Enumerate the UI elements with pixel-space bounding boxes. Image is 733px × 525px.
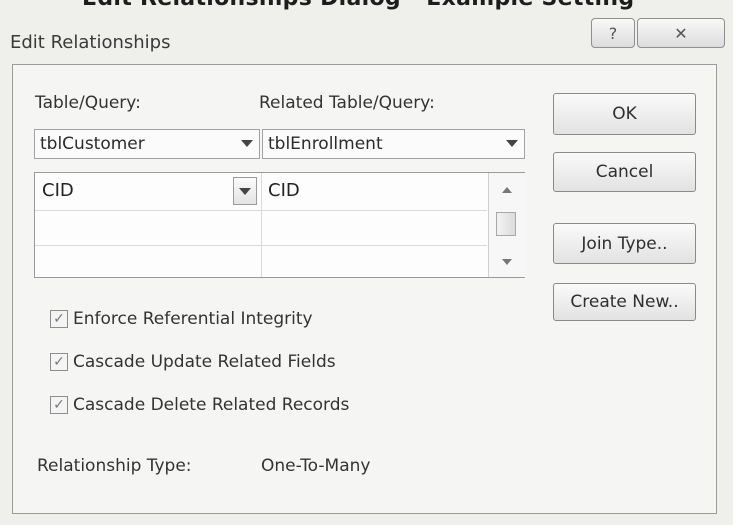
cropped-page-heading: Edit Relationships Dialog - Example Sett… — [82, 0, 634, 11]
chevron-down-icon — [239, 188, 251, 195]
create-new-button[interactable]: Create New.. — [553, 283, 696, 321]
related-table-query-label: Related Table/Query: — [259, 93, 435, 113]
scroll-up-icon[interactable] — [502, 187, 512, 193]
close-button[interactable]: ✕ — [637, 18, 725, 48]
grid-cell-related-field[interactable]: CID — [268, 180, 300, 201]
cascade-delete-label: Cascade Delete Related Records — [73, 395, 350, 415]
scrollbar-thumb[interactable] — [496, 212, 516, 236]
join-type-button[interactable]: Join Type.. — [553, 223, 696, 264]
cancel-button[interactable]: Cancel — [553, 152, 696, 192]
dialog-body: Table/Query: Related Table/Query: tblCus… — [12, 64, 717, 514]
close-icon: ✕ — [674, 23, 688, 43]
related-table-query-select[interactable]: tblEnrollment — [262, 129, 525, 159]
grid-cell-primary-field[interactable]: CID — [42, 180, 74, 201]
grid-column-divider — [261, 173, 262, 277]
field-mapping-grid[interactable]: CID CID — [34, 172, 525, 278]
related-table-query-value: tblEnrollment — [268, 134, 383, 154]
enforce-integrity-checkbox[interactable]: ✓ — [50, 310, 68, 328]
cascade-update-checkbox-row[interactable]: ✓ Cascade Update Related Fields — [50, 352, 336, 372]
grid-field-dropdown[interactable] — [233, 177, 257, 205]
chevron-down-icon[interactable] — [241, 140, 253, 147]
relationship-type-value: One-To-Many — [261, 456, 371, 476]
scroll-down-icon[interactable] — [502, 259, 512, 265]
checkmark-icon: ✓ — [53, 311, 65, 327]
cascade-update-label: Cascade Update Related Fields — [73, 352, 336, 372]
chevron-down-icon[interactable] — [506, 140, 518, 147]
grid-row-divider — [35, 210, 487, 211]
enforce-integrity-label: Enforce Referential Integrity — [73, 309, 313, 329]
table-query-select[interactable]: tblCustomer — [34, 129, 260, 159]
title-bar-buttons: ? ✕ — [591, 18, 725, 48]
table-query-label: Table/Query: — [35, 93, 141, 113]
ok-button[interactable]: OK — [553, 93, 696, 135]
dialog-title: Edit Relationships — [10, 32, 171, 53]
screenshot-root: { "cropped_heading": "Edit Relationships… — [0, 0, 733, 525]
checkmark-icon: ✓ — [53, 354, 65, 370]
help-button[interactable]: ? — [591, 18, 635, 48]
table-query-value: tblCustomer — [40, 134, 145, 154]
checkmark-icon: ✓ — [53, 397, 65, 413]
enforce-integrity-checkbox-row[interactable]: ✓ Enforce Referential Integrity — [50, 309, 313, 329]
help-icon: ? — [608, 23, 618, 43]
grid-scrollbar[interactable] — [488, 173, 525, 277]
cascade-delete-checkbox[interactable]: ✓ — [50, 396, 68, 414]
grid-row-divider — [35, 245, 487, 246]
cascade-update-checkbox[interactable]: ✓ — [50, 353, 68, 371]
cascade-delete-checkbox-row[interactable]: ✓ Cascade Delete Related Records — [50, 395, 349, 415]
relationship-type-label: Relationship Type: — [37, 456, 192, 476]
